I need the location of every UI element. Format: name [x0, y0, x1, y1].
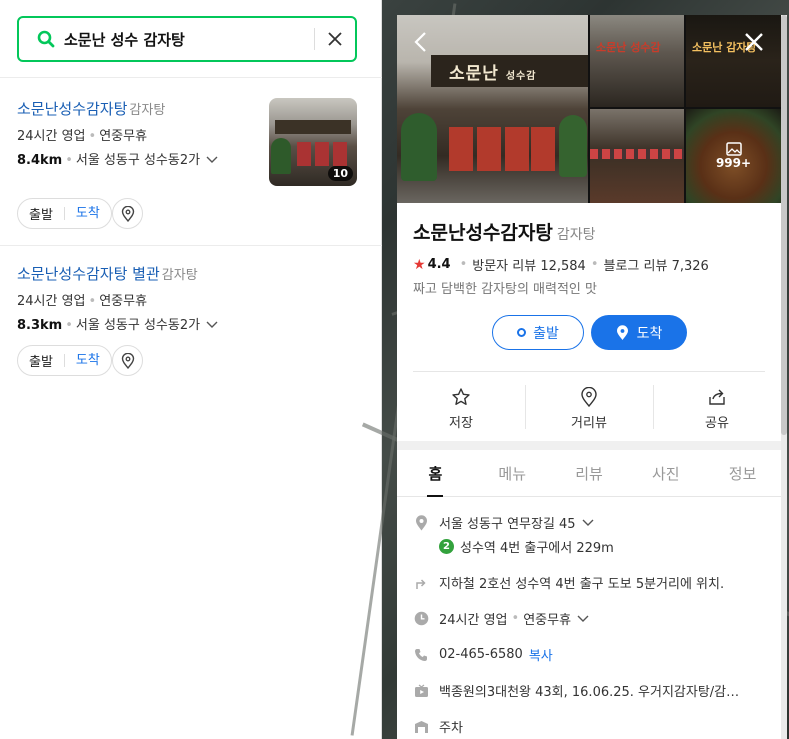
place-title: 소문난성수감자탕 감자탕 [413, 222, 596, 244]
subway-row: 2 성수역 4번 출구에서 229m [439, 537, 781, 556]
tab-review[interactable]: 리뷰 [551, 450, 628, 496]
tv-row[interactable]: 백종원의3대천왕 43회, 16.06.25. 우거지감자탕/감… [413, 681, 773, 700]
result-hours: 24시간 영업 • 연중무휴 [17, 129, 148, 144]
result-thumbnail[interactable]: 10 [269, 98, 357, 186]
result-category: 감자탕 [129, 103, 166, 118]
divider [413, 371, 765, 372]
rating-value: 4.4 [427, 257, 451, 272]
arrive-button[interactable]: 도착 [591, 315, 687, 350]
save-button[interactable]: 저장 [397, 375, 525, 441]
tv-icon [413, 683, 429, 699]
map-pin-icon [121, 205, 134, 222]
address-row[interactable]: 서울 성동구 연무장길 45 [413, 513, 773, 532]
result-title[interactable]: 소문난성수감자탕 감자탕 [17, 98, 165, 119]
map-pin-icon [121, 352, 134, 369]
share-button[interactable]: 공유 [653, 375, 781, 441]
phone-row: 02-465-6580 복사 [413, 645, 773, 664]
origin-icon [517, 328, 527, 337]
section-gap [397, 441, 781, 450]
map-pin-icon [616, 324, 628, 340]
photo-thumb-more[interactable]: 999+ [686, 109, 781, 203]
result-hours: 24시간 영업 • 연중무휴 [17, 294, 148, 309]
directions-row: 지하철 2호선 성수역 4번 출구 도보 5분거리에 위치. [413, 573, 773, 592]
star-icon: ★ [413, 256, 426, 273]
location-pin-icon [581, 386, 597, 407]
location-icon [413, 514, 429, 531]
place-category: 감자탕 [556, 227, 596, 243]
divider [0, 77, 382, 78]
action-bar: 저장 거리뷰 공유 [397, 375, 781, 441]
photo-thumb[interactable] [590, 109, 684, 203]
place-detail-card: 소문난 성수감 소문난 성수감 소문난 감자탕 999+ 소문난성수감자탕 감자탕… [397, 15, 781, 739]
phone-number[interactable]: 02-465-6580 [439, 647, 523, 662]
route-buttons: 출발 도착 [17, 198, 112, 229]
clear-icon[interactable] [315, 18, 355, 60]
parking-row: 주차 [413, 717, 773, 736]
arrive-button[interactable]: 도착 [63, 207, 111, 220]
result-address[interactable]: 8.4km • 서울 성동구 성수동2가 [17, 149, 218, 168]
street-view-button[interactable]: 거리뷰 [525, 375, 653, 441]
search-box[interactable]: 소문난 성수 감자탕 [17, 16, 357, 62]
chevron-down-icon[interactable] [206, 321, 218, 329]
chevron-down-icon[interactable] [582, 519, 594, 527]
route-buttons: 출발 도착 [17, 345, 112, 376]
hours-row[interactable]: 24시간 영업 • 연중무휴 [413, 609, 773, 628]
place-rating-row: ★ 4.4 • 방문자 리뷰 12,584 • 블로그 리뷰 7,326 [413, 255, 709, 275]
divider [0, 245, 382, 246]
map-pin-button[interactable] [112, 198, 143, 229]
tab-home[interactable]: 홈 [397, 450, 474, 497]
depart-button[interactable]: 출발 [18, 204, 64, 223]
photo-count-badge: 10 [327, 166, 353, 181]
star-outline-icon [452, 387, 470, 405]
image-icon [725, 142, 742, 156]
phone-icon [413, 647, 429, 663]
tab-photo[interactable]: 사진 [627, 450, 704, 496]
search-results-panel: 소문난 성수 감자탕 소문난성수감자탕 감자탕 24시간 영업 • 연중무휴 8.4k… [0, 0, 382, 739]
search-input[interactable]: 소문난 성수 감자탕 [64, 29, 314, 50]
tab-menu[interactable]: 메뉴 [474, 450, 551, 496]
scrollbar-thumb[interactable] [781, 15, 787, 435]
place-description: 짜고 담백한 감자탕의 매력적인 맛 [413, 282, 597, 297]
visitor-reviews-link[interactable]: 방문자 리뷰 12,584 [472, 255, 586, 274]
map-pin-button[interactable] [112, 345, 143, 376]
close-icon[interactable] [741, 29, 767, 55]
directions-icon [413, 575, 429, 591]
copy-button[interactable]: 복사 [529, 645, 553, 664]
detail-tabs: 홈 메뉴 리뷰 사진 정보 [397, 450, 781, 497]
depart-button[interactable]: 출발 [492, 315, 584, 350]
depart-button[interactable]: 출발 [18, 351, 64, 370]
result-address[interactable]: 8.3km • 서울 성동구 성수동2가 [17, 314, 218, 333]
chevron-down-icon[interactable] [206, 156, 218, 164]
chevron-left-icon[interactable] [409, 29, 431, 55]
clock-icon [413, 611, 429, 627]
photo-more-count: 999+ [715, 156, 752, 170]
storefront-sign: 소문난 성수감 [449, 64, 537, 84]
search-icon[interactable] [36, 29, 56, 49]
share-icon [709, 389, 725, 405]
result-title[interactable]: 소문난성수감자탕 별관 감자탕 [17, 263, 198, 284]
arrive-button[interactable]: 도착 [63, 354, 111, 367]
parking-icon [413, 719, 429, 735]
photo-thumb[interactable]: 소문난 성수감 [590, 15, 684, 107]
result-category: 감자탕 [161, 268, 198, 283]
photo-gallery[interactable]: 소문난 성수감 소문난 성수감 소문난 감자탕 999+ [397, 15, 781, 203]
subway-line-badge: 2 [439, 539, 454, 554]
blog-reviews-link[interactable]: 블로그 리뷰 7,326 [604, 255, 709, 274]
tab-info[interactable]: 정보 [704, 450, 781, 496]
scrollbar[interactable] [781, 15, 787, 739]
chevron-down-icon[interactable] [577, 615, 589, 623]
